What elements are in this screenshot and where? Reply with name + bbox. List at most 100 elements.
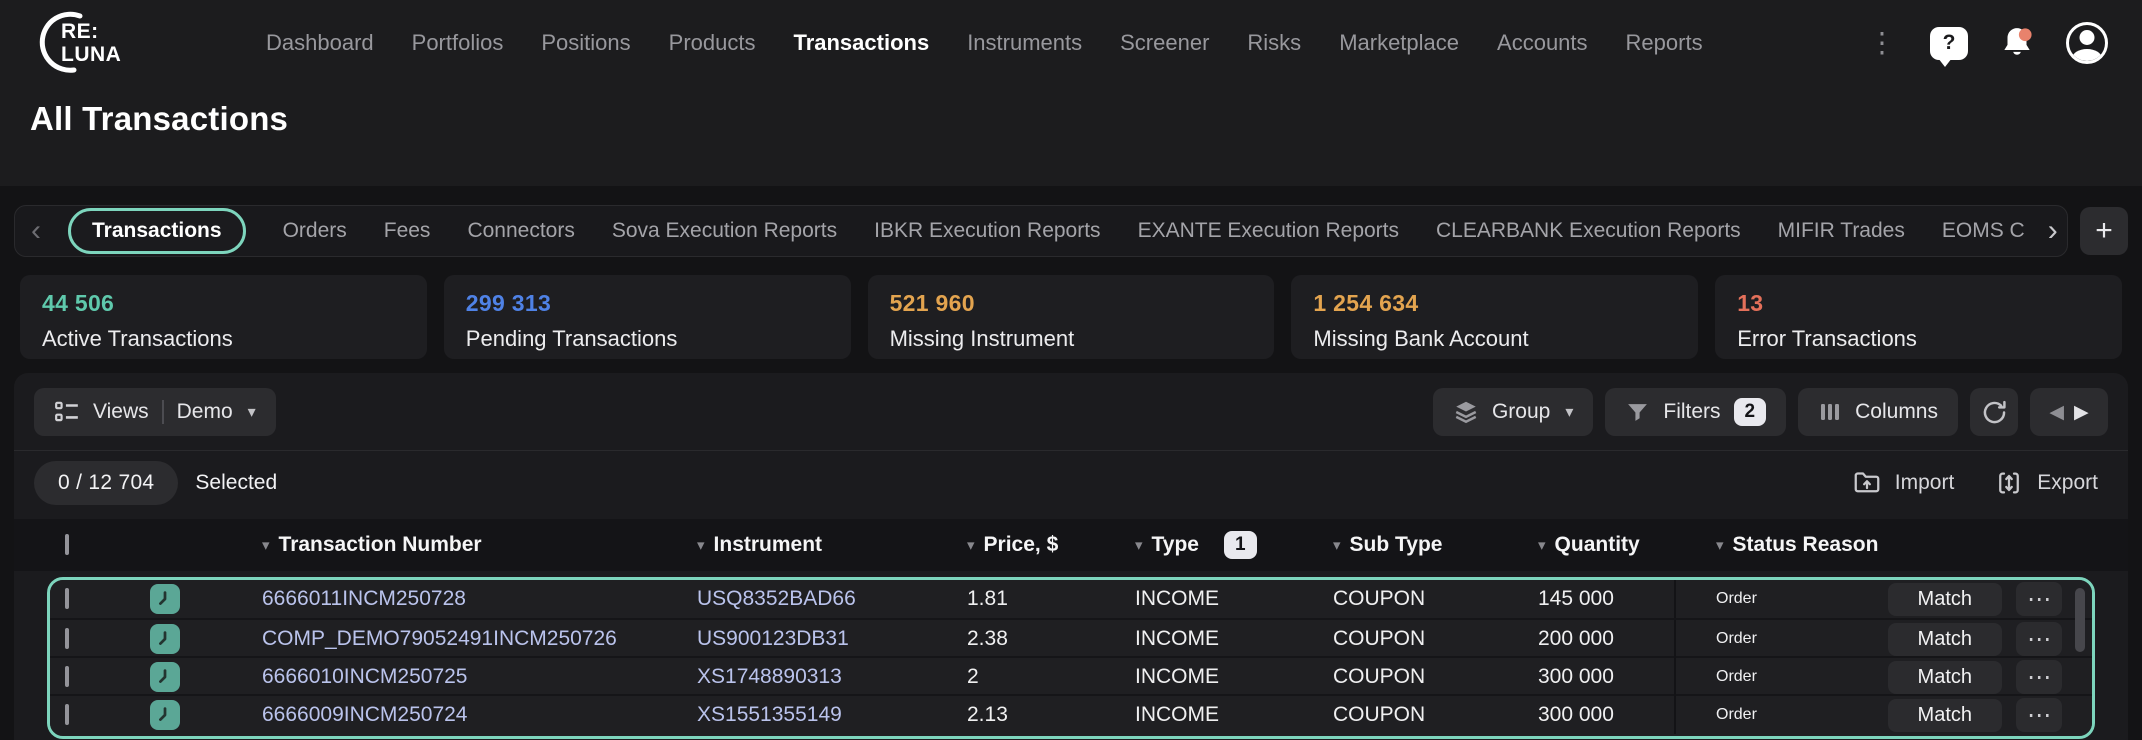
views-list-icon [54, 399, 80, 425]
status-reason-text: Order [1716, 590, 1757, 608]
row-checkbox[interactable] [65, 666, 69, 687]
views-dropdown[interactable]: Views Demo ▾ [34, 388, 276, 436]
match-button[interactable]: Match [1888, 699, 2002, 732]
row-checkbox[interactable] [65, 628, 69, 649]
column-header-sub-type[interactable]: ▾ Sub Type [1291, 533, 1496, 557]
nav-item-risks[interactable]: Risks [1247, 30, 1301, 56]
vertical-scrollbar-thumb[interactable] [2075, 588, 2085, 652]
status-reason-cell: Order Match ⋯ [1674, 620, 2092, 658]
pan-columns-button[interactable]: ◀ ▶ [2030, 388, 2108, 436]
column-header-instrument[interactable]: ▾ Instrument [655, 533, 925, 557]
import-button[interactable]: Import [1852, 468, 1955, 498]
group-dropdown[interactable]: Group ▾ [1433, 388, 1593, 436]
overflow-menu-icon[interactable]: ⋮ [1864, 29, 1900, 57]
row-checkbox[interactable] [65, 704, 69, 725]
nav-item-positions[interactable]: Positions [541, 30, 630, 56]
row-actions-button[interactable]: ⋯ [2016, 582, 2062, 616]
column-header-status-reason[interactable]: ▾ Status Reason [1674, 533, 2108, 557]
notifications-bell-icon[interactable] [1998, 24, 2036, 62]
nav-item-transactions[interactable]: Transactions [793, 30, 929, 56]
stat-card-missing-instrument[interactable]: 521 960 Missing Instrument [868, 275, 1275, 359]
row-actions-button[interactable]: ⋯ [2016, 698, 2062, 732]
columns-button[interactable]: Columns [1798, 388, 1958, 436]
tabs-scroll-right-icon[interactable]: › [2048, 216, 2058, 246]
nav-item-screener[interactable]: Screener [1120, 30, 1209, 56]
quantity-cell: 300 000 [1496, 703, 1674, 727]
row-actions-button[interactable]: ⋯ [2016, 660, 2062, 694]
price-cell: 2.38 [925, 627, 1093, 651]
triangle-left-icon: ◀ [2049, 401, 2064, 424]
instrument-link[interactable]: XS1551355149 [655, 703, 925, 727]
filters-count-badge: 2 [1734, 398, 1767, 426]
stat-value: 299 313 [466, 290, 829, 317]
column-header-type[interactable]: ▾ Type 1 [1093, 531, 1291, 559]
help-icon[interactable]: ? [1930, 27, 1968, 60]
table-row[interactable]: 6666010INCM250725 XS1748890313 2 INCOME … [50, 656, 2092, 694]
selection-label: Selected [195, 471, 277, 495]
nav-item-portfolios[interactable]: Portfolios [412, 30, 504, 56]
match-button[interactable]: Match [1888, 583, 2002, 616]
nav-item-products[interactable]: Products [669, 30, 756, 56]
transaction-number-link[interactable]: 6666009INCM250724 [220, 703, 655, 727]
tab-transactions[interactable]: Transactions [68, 208, 246, 254]
tab-clearbank-execution-reports[interactable]: CLEARBANK Execution Reports [1436, 219, 1741, 243]
column-header-transaction-number[interactable]: ▾ Transaction Number [220, 533, 655, 557]
stat-card-missing-bank-account[interactable]: 1 254 634 Missing Bank Account [1291, 275, 1698, 359]
filters-button[interactable]: Filters 2 [1605, 388, 1786, 436]
stat-value: 1 254 634 [1313, 290, 1676, 317]
question-mark: ? [1943, 31, 1956, 55]
tab-eoms[interactable]: EOMS C [1942, 219, 2025, 243]
row-actions-button[interactable]: ⋯ [2016, 622, 2062, 656]
column-header-quantity[interactable]: ▾ Quantity [1496, 533, 1674, 557]
add-tab-button[interactable]: + [2080, 207, 2128, 255]
stat-card-pending-transactions[interactable]: 299 313 Pending Transactions [444, 275, 851, 359]
stat-value: 13 [1737, 290, 2100, 317]
transaction-number-link[interactable]: COMP_DEMO79052491INCM250726 [220, 627, 655, 651]
nav-item-instruments[interactable]: Instruments [967, 30, 1082, 56]
column-header-price[interactable]: ▾ Price, $ [925, 533, 1093, 557]
instrument-link[interactable]: US900123DB31 [655, 627, 925, 651]
status-reason-text: Order [1716, 706, 1757, 724]
filters-label: Filters [1663, 400, 1720, 424]
nav-item-dashboard[interactable]: Dashboard [266, 30, 374, 56]
sort-caret-icon: ▾ [1716, 536, 1724, 554]
tab-sova-execution-reports[interactable]: Sova Execution Reports [612, 219, 837, 243]
nav-item-accounts[interactable]: Accounts [1497, 30, 1588, 56]
stat-label: Missing Instrument [890, 326, 1253, 352]
nav-item-reports[interactable]: Reports [1626, 30, 1703, 56]
sort-caret-icon: ▾ [262, 536, 270, 554]
export-button[interactable]: Export [1994, 468, 2098, 498]
price-cell: 1.81 [925, 587, 1093, 611]
selection-row: 0 / 12 704 Selected Import Export [14, 451, 2128, 515]
select-all-checkbox[interactable] [65, 534, 69, 555]
table-row[interactable]: 6666009INCM250724 XS1551355149 2.13 INCO… [50, 694, 2092, 732]
tab-mifir-trades[interactable]: MIFIR Trades [1778, 219, 1905, 243]
user-avatar-icon[interactable] [2066, 22, 2108, 64]
tab-ibkr-execution-reports[interactable]: IBKR Execution Reports [874, 219, 1100, 243]
type-cell: INCOME [1093, 587, 1291, 611]
brand-line1: RE: [61, 20, 121, 43]
stat-card-active-transactions[interactable]: 44 506 Active Transactions [20, 275, 427, 359]
table-row[interactable]: COMP_DEMO79052491INCM250726 US900123DB31… [50, 618, 2092, 656]
match-button[interactable]: Match [1888, 623, 2002, 656]
row-checkbox[interactable] [65, 588, 69, 609]
instrument-link[interactable]: XS1748890313 [655, 665, 925, 689]
transaction-number-link[interactable]: 6666010INCM250725 [220, 665, 655, 689]
selected-rows-group: 6666011INCM250728 USQ8352BAD66 1.81 INCO… [47, 577, 2095, 739]
transaction-number-link[interactable]: 6666011INCM250728 [220, 587, 655, 611]
layers-icon [1453, 399, 1479, 425]
refresh-button[interactable] [1970, 388, 2018, 436]
tabs-scroll-left-icon[interactable]: ‹ [31, 216, 41, 246]
table-row[interactable]: 6666011INCM250728 USQ8352BAD66 1.81 INCO… [50, 580, 2092, 618]
tab-orders[interactable]: Orders [283, 219, 347, 243]
tab-connectors[interactable]: Connectors [467, 219, 574, 243]
tab-fees[interactable]: Fees [384, 219, 431, 243]
pending-clock-icon [150, 662, 180, 692]
tab-exante-execution-reports[interactable]: EXANTE Execution Reports [1138, 219, 1399, 243]
stat-card-error-transactions[interactable]: 13 Error Transactions [1715, 275, 2122, 359]
pending-clock-icon [150, 584, 180, 614]
match-button[interactable]: Match [1888, 661, 2002, 694]
nav-item-marketplace[interactable]: Marketplace [1339, 30, 1459, 56]
brand-logo: RE: LUNA [30, 11, 150, 75]
instrument-link[interactable]: USQ8352BAD66 [655, 587, 925, 611]
